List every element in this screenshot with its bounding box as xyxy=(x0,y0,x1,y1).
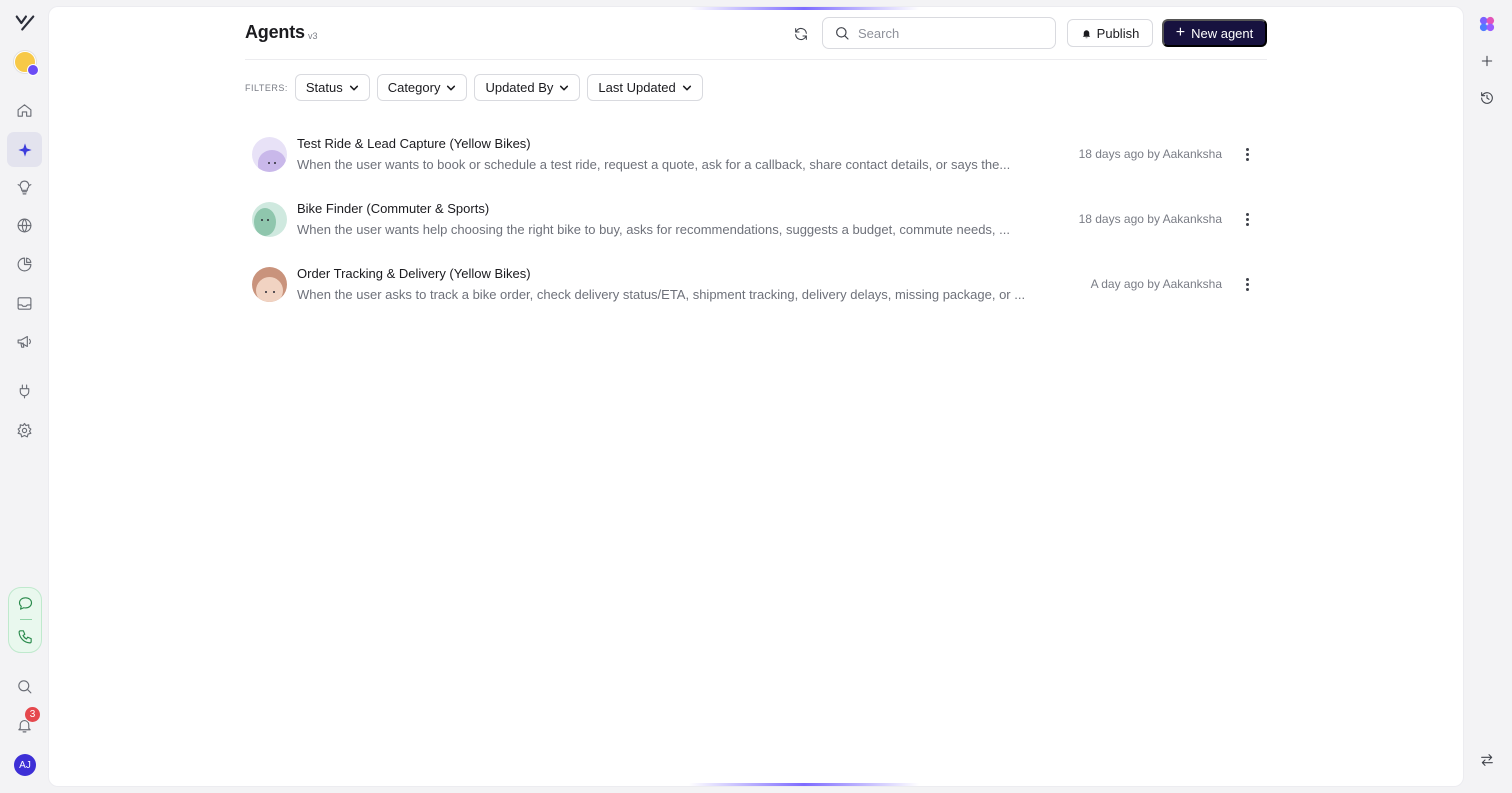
campaigns-icon[interactable] xyxy=(12,329,37,354)
more-options-icon[interactable] xyxy=(1239,275,1255,293)
notification-count-badge: 3 xyxy=(24,706,41,723)
agent-name: Bike Finder (Commuter & Sports) xyxy=(297,201,490,216)
agent-avatar-face xyxy=(254,208,276,236)
agent-updated: 18 days ago by Aakanksha xyxy=(1078,212,1222,226)
filter-bar: FILTERS: Status Category Updated By Last… xyxy=(245,74,710,101)
publish-button[interactable]: Publish xyxy=(1067,19,1153,47)
analytics-icon[interactable] xyxy=(12,252,37,277)
assistant-logo-icon[interactable] xyxy=(1477,14,1497,34)
chat-icon[interactable] xyxy=(13,591,38,616)
agent-avatar xyxy=(252,267,287,302)
history-icon[interactable] xyxy=(1477,88,1497,108)
agents-icon[interactable] xyxy=(7,132,42,167)
version-label: v3 xyxy=(308,31,318,41)
agent-description: When the user wants to book or schedule … xyxy=(297,157,1011,172)
chevron-down-icon xyxy=(560,85,569,90)
publish-button-label: Publish xyxy=(1096,25,1140,41)
plus-icon: + xyxy=(1175,23,1186,41)
agent-description: When the user wants help choosing the ri… xyxy=(297,222,1010,237)
main-panel: Agents v3 Publish + New agent FILTERS: S… xyxy=(49,7,1463,786)
agent-row[interactable]: Test Ride & Lead Capture (Yellow Bikes) … xyxy=(245,127,1267,192)
chevron-down-icon xyxy=(349,85,358,90)
right-rail xyxy=(1463,0,1512,793)
settings-icon[interactable] xyxy=(12,418,37,443)
filters-label: FILTERS: xyxy=(245,82,288,93)
avatar-eye xyxy=(265,291,267,293)
swap-icon[interactable] xyxy=(1477,750,1497,770)
search-icon[interactable] xyxy=(12,674,37,699)
more-options-icon[interactable] xyxy=(1239,210,1255,228)
home-icon[interactable] xyxy=(12,98,37,123)
agent-row[interactable]: Order Tracking & Delivery (Yellow Bikes)… xyxy=(245,257,1267,322)
agent-name: Order Tracking & Delivery (Yellow Bikes) xyxy=(297,266,531,281)
integrations-icon[interactable] xyxy=(12,379,37,404)
more-options-icon[interactable] xyxy=(1239,145,1255,163)
communication-pill xyxy=(8,587,42,653)
phone-icon[interactable] xyxy=(13,624,38,649)
inbox-icon[interactable] xyxy=(12,291,37,316)
refresh-icon xyxy=(795,28,807,40)
workspace-avatar[interactable] xyxy=(14,51,39,76)
filter-status[interactable]: Status xyxy=(294,74,370,101)
avatar-eye xyxy=(273,291,275,293)
user-avatar[interactable]: AJ xyxy=(14,754,36,776)
plus-icon[interactable] xyxy=(1477,51,1497,71)
avatar-eye xyxy=(261,219,263,221)
filter-category[interactable]: Category xyxy=(376,74,468,101)
agent-updated: A day ago by Aakanksha xyxy=(1090,277,1222,291)
filter-label: Last Updated xyxy=(598,80,676,95)
agent-avatar xyxy=(252,202,287,237)
left-nav-rail: 3 AJ xyxy=(0,0,49,793)
avatar-eye xyxy=(268,162,270,164)
filter-label: Updated By xyxy=(485,80,554,95)
filter-updated-by[interactable]: Updated By xyxy=(474,74,581,101)
chevron-down-icon xyxy=(447,85,456,90)
avatar-eye xyxy=(267,219,269,221)
filter-label: Category xyxy=(387,80,441,95)
filter-label: Status xyxy=(305,80,343,95)
agent-row[interactable]: Bike Finder (Commuter & Sports) When the… xyxy=(245,192,1267,257)
globe-icon[interactable] xyxy=(12,213,37,238)
bell-icon xyxy=(1082,29,1090,38)
agent-description: When the user asks to track a bike order… xyxy=(297,287,1026,302)
avatar-eye xyxy=(274,162,276,164)
agent-avatar-face xyxy=(256,277,283,302)
agent-name: Test Ride & Lead Capture (Yellow Bikes) xyxy=(297,136,531,151)
new-agent-button[interactable]: + New agent xyxy=(1162,19,1267,47)
new-agent-button-label: New agent xyxy=(1191,25,1254,41)
agent-avatar-face xyxy=(258,150,286,172)
filter-last-updated[interactable]: Last Updated xyxy=(587,74,703,101)
workspace-badge-icon xyxy=(27,64,39,76)
insights-icon[interactable] xyxy=(12,175,37,200)
search-input[interactable] xyxy=(858,25,1048,41)
search-icon xyxy=(836,27,849,40)
app-logo-icon[interactable] xyxy=(12,10,37,35)
top-glow-accent xyxy=(689,7,919,10)
agent-list: Test Ride & Lead Capture (Yellow Bikes) … xyxy=(245,127,1267,322)
agent-updated: 18 days ago by Aakanksha xyxy=(1078,147,1222,161)
search-box[interactable] xyxy=(822,17,1056,49)
page-title: Agents xyxy=(245,22,305,42)
chevron-down-icon xyxy=(682,85,691,90)
bottom-glow-accent xyxy=(689,783,919,786)
agent-avatar xyxy=(252,137,287,172)
pill-divider xyxy=(20,619,32,620)
page-header: Agents v3 Publish + New agent xyxy=(245,17,1267,60)
refresh-button[interactable] xyxy=(791,24,811,44)
